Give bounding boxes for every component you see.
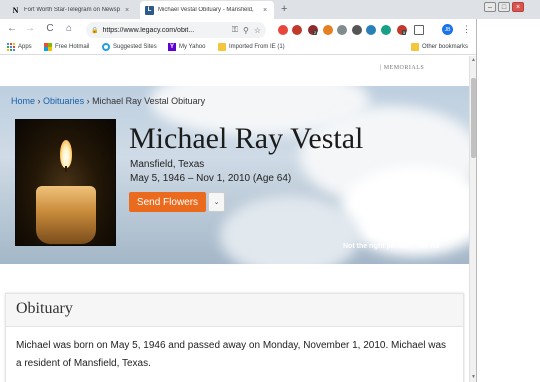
reload-icon[interactable]: C (44, 23, 56, 34)
url-text[interactable]: https://www.legacy.com/obit... (102, 27, 226, 34)
extension-badge: 5 (402, 30, 407, 35)
yahoo-logo-icon: Y (168, 43, 176, 51)
ie-logo-icon (102, 43, 110, 51)
chevron-down-icon[interactable]: ⌄ (208, 192, 225, 212)
browser-toolbar: ← → C ⌂ 🔒 https://www.legacy.com/obit...… (0, 19, 476, 41)
tab-fort-worth-star-telegram[interactable]: N Fort Worth Star-Telegram on Newsp × (6, 1, 136, 19)
windows-logo-icon (44, 43, 52, 51)
breadcrumb-obituaries[interactable]: Obituaries (43, 96, 84, 106)
zoom-icon[interactable]: ⚲ (243, 26, 249, 35)
wick-shape (65, 166, 67, 172)
obituary-hero: Home › Obituaries › Michael Ray Vestal O… (0, 86, 469, 264)
close-icon[interactable]: × (123, 7, 131, 14)
folder-icon (218, 43, 226, 51)
bookmark-suggested-sites[interactable]: Suggested Sites (102, 43, 157, 51)
deceased-name: Michael Ray Vestal (129, 122, 364, 155)
nav-memorials-link[interactable]: | MEMORIALS (380, 65, 424, 71)
extension-icon[interactable] (292, 25, 302, 35)
minimize-button[interactable]: – (484, 2, 496, 12)
cloud-shape (220, 196, 360, 264)
lock-icon[interactable]: 🔒 (91, 27, 98, 34)
deceased-location: Mansfield, Texas (130, 159, 205, 170)
bookmarks-bar: Apps Free Hotmail Suggested Sites Y My Y… (0, 41, 476, 55)
candle-shape (36, 186, 96, 244)
breadcrumb-home[interactable]: Home (11, 96, 35, 106)
bookmark-label: Suggested Sites (113, 44, 157, 50)
breadcrumb-current: Michael Ray Vestal Obituary (92, 96, 206, 106)
obituary-card: Obituary Michael was born on May 5, 1946… (5, 293, 464, 382)
bookmark-label: Imported From IE (1) (229, 44, 285, 50)
legacy-l-icon: L (145, 5, 154, 15)
obituary-text: Michael was born on May 5, 1946 and pass… (16, 340, 447, 369)
extension-icon[interactable] (323, 25, 333, 35)
forward-icon[interactable]: → (24, 23, 36, 34)
extension-icon[interactable] (366, 25, 376, 35)
bookmark-label: Other bookmarks (422, 44, 469, 50)
bookmark-other-bookmarks[interactable]: Other bookmarks (411, 43, 468, 51)
chrome-icon[interactable] (278, 25, 288, 35)
bookmark-label: Free Hotmail (55, 44, 90, 50)
flame-shape (60, 140, 72, 168)
bookmark-imported-from-ie[interactable]: Imported From IE (1) (218, 43, 285, 51)
tab-strip: N Fort Worth Star-Telegram on Newsp × L … (0, 0, 540, 19)
extension-icon[interactable]: 5 (397, 25, 407, 35)
newspapers-n-icon: N (12, 5, 19, 15)
breadcrumb-separator: › (37, 96, 41, 106)
tab-title: Michael Vestal Obituary - Mansfield, (158, 7, 254, 13)
extension-icon[interactable] (381, 25, 391, 35)
cast-icon[interactable] (414, 25, 424, 35)
key-icon[interactable]: ⚿ (232, 25, 238, 35)
bookmark-label: Apps (18, 44, 32, 50)
tab-michael-vestal-obituary[interactable]: L Michael Vestal Obituary - Mansfield, × (140, 1, 274, 19)
bookmark-apps[interactable]: Apps (7, 43, 32, 51)
close-window-button[interactable]: × (512, 2, 524, 12)
obituary-card-header: Obituary (6, 294, 463, 327)
maximize-button[interactable]: □ (498, 2, 510, 12)
send-flowers-button[interactable]: Send Flowers (129, 192, 206, 212)
browser-window: N Fort Worth Star-Telegram on Newsp × L … (0, 0, 540, 382)
breadcrumb-separator: › (86, 96, 90, 106)
address-bar[interactable]: 🔒 https://www.legacy.com/obit... ⚿ ⚲ ☆ (86, 22, 266, 38)
new-tab-button[interactable]: + (281, 3, 287, 15)
not-right-person-link[interactable]: Not the right person? See All (343, 243, 439, 250)
breadcrumb: Home › Obituaries › Michael Ray Vestal O… (11, 96, 205, 106)
avatar[interactable]: JB (442, 24, 453, 35)
extension-icon[interactable]: 2 (308, 25, 318, 35)
bookmark-label: My Yahoo (179, 44, 206, 50)
home-icon[interactable]: ⌂ (63, 23, 75, 34)
menu-icon[interactable]: ⋮ (462, 24, 471, 35)
web-page: | MEMORIALS Home › Obituaries › Michael … (0, 56, 469, 382)
candle-photo (15, 119, 116, 246)
obituary-heading: Obituary (16, 300, 73, 317)
bookmark-my-yahoo[interactable]: Y My Yahoo (168, 43, 205, 51)
extension-icon[interactable] (352, 25, 362, 35)
bookmark-star-icon[interactable]: ☆ (254, 26, 261, 35)
extension-badge: 2 (313, 30, 318, 35)
close-icon[interactable]: × (261, 7, 269, 14)
site-header: | MEMORIALS (0, 56, 469, 86)
deceased-dates: May 5, 1946 – Nov 1, 2010 (Age 64) (130, 173, 292, 184)
bookmark-free-hotmail[interactable]: Free Hotmail (44, 43, 89, 51)
desktop-background (476, 19, 540, 382)
page-scrollbar[interactable]: ▲ ▼ (469, 56, 476, 382)
apps-grid-icon (7, 43, 15, 51)
folder-icon (411, 43, 419, 51)
extension-icon[interactable] (337, 25, 347, 35)
back-icon[interactable]: ← (6, 23, 18, 34)
tab-title: Fort Worth Star-Telegram on Newsp (24, 7, 120, 13)
